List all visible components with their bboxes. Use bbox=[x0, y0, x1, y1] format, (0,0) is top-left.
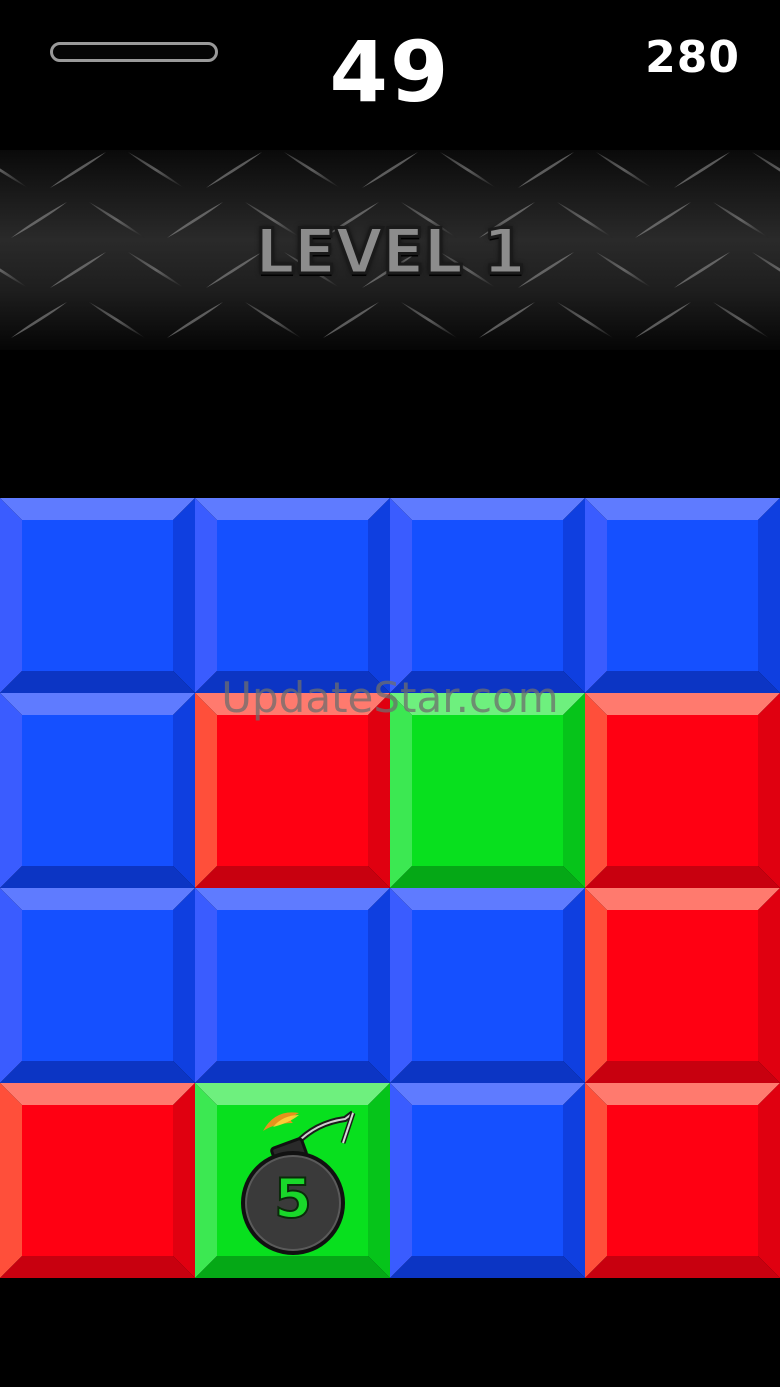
level-label: LEVEL 1 bbox=[254, 214, 527, 290]
plate-ridge bbox=[674, 152, 730, 188]
tile-bevel bbox=[585, 1083, 780, 1278]
plate-ridge bbox=[128, 152, 184, 188]
tile-blue[interactable] bbox=[390, 1083, 585, 1278]
progress-bar bbox=[50, 42, 218, 62]
plate-ridge bbox=[440, 152, 496, 188]
tile-bevel bbox=[390, 693, 585, 888]
tile-red[interactable] bbox=[585, 1083, 780, 1278]
plate-ridge bbox=[557, 302, 613, 338]
timer: 49 bbox=[329, 23, 451, 121]
tile-blue[interactable] bbox=[390, 498, 585, 693]
level-banner: LEVEL 1 bbox=[0, 150, 780, 350]
plate-ridge bbox=[713, 302, 769, 338]
plate-ridge bbox=[518, 152, 574, 188]
plate-ridge bbox=[89, 302, 145, 338]
tile-grid: 5 bbox=[0, 498, 780, 1278]
tile-green[interactable] bbox=[390, 693, 585, 888]
tile-bevel bbox=[0, 888, 195, 1083]
tile-blue[interactable] bbox=[195, 498, 390, 693]
tile-blue[interactable] bbox=[390, 888, 585, 1083]
tile-bevel bbox=[390, 498, 585, 693]
tile-bevel bbox=[390, 1083, 585, 1278]
tile-bevel bbox=[390, 888, 585, 1083]
plate-ridge bbox=[0, 168, 28, 188]
tile-blue[interactable] bbox=[0, 498, 195, 693]
tile-red[interactable] bbox=[585, 888, 780, 1083]
plate-ridge bbox=[635, 302, 691, 338]
plate-ridge bbox=[245, 302, 301, 338]
tile-bevel bbox=[195, 888, 390, 1083]
tile-red[interactable] bbox=[195, 693, 390, 888]
tile-bevel bbox=[585, 888, 780, 1083]
score: 280 bbox=[645, 32, 740, 83]
tile-blue[interactable] bbox=[0, 693, 195, 888]
plate-ridge bbox=[752, 152, 780, 172]
tile-red[interactable] bbox=[585, 693, 780, 888]
tile-bevel bbox=[195, 693, 390, 888]
plate-ridge bbox=[50, 152, 106, 188]
tile-red[interactable] bbox=[0, 1083, 195, 1278]
plate-ridge bbox=[401, 302, 457, 338]
tile-bevel bbox=[0, 498, 195, 693]
tile-bevel bbox=[0, 693, 195, 888]
tile-green[interactable]: 5 bbox=[195, 1083, 390, 1278]
plate-ridge bbox=[479, 302, 535, 338]
plate-ridge bbox=[596, 152, 652, 188]
plate-ridge bbox=[323, 302, 379, 338]
tile-bevel bbox=[585, 693, 780, 888]
tile-blue[interactable] bbox=[0, 888, 195, 1083]
plate-ridge bbox=[284, 152, 340, 188]
plate-ridge bbox=[206, 152, 262, 188]
tile-blue[interactable] bbox=[585, 498, 780, 693]
game-screen: 49 280 LEVEL 1 5 UpdateStar.com bbox=[0, 0, 780, 1387]
tile-bevel bbox=[585, 498, 780, 693]
plate-ridge bbox=[167, 302, 223, 338]
plate-ridge bbox=[362, 152, 418, 188]
tile-blue[interactable] bbox=[195, 888, 390, 1083]
tile-bevel bbox=[195, 1083, 390, 1278]
plate-ridge bbox=[11, 302, 67, 338]
tile-bevel bbox=[195, 498, 390, 693]
tile-bevel bbox=[0, 1083, 195, 1278]
